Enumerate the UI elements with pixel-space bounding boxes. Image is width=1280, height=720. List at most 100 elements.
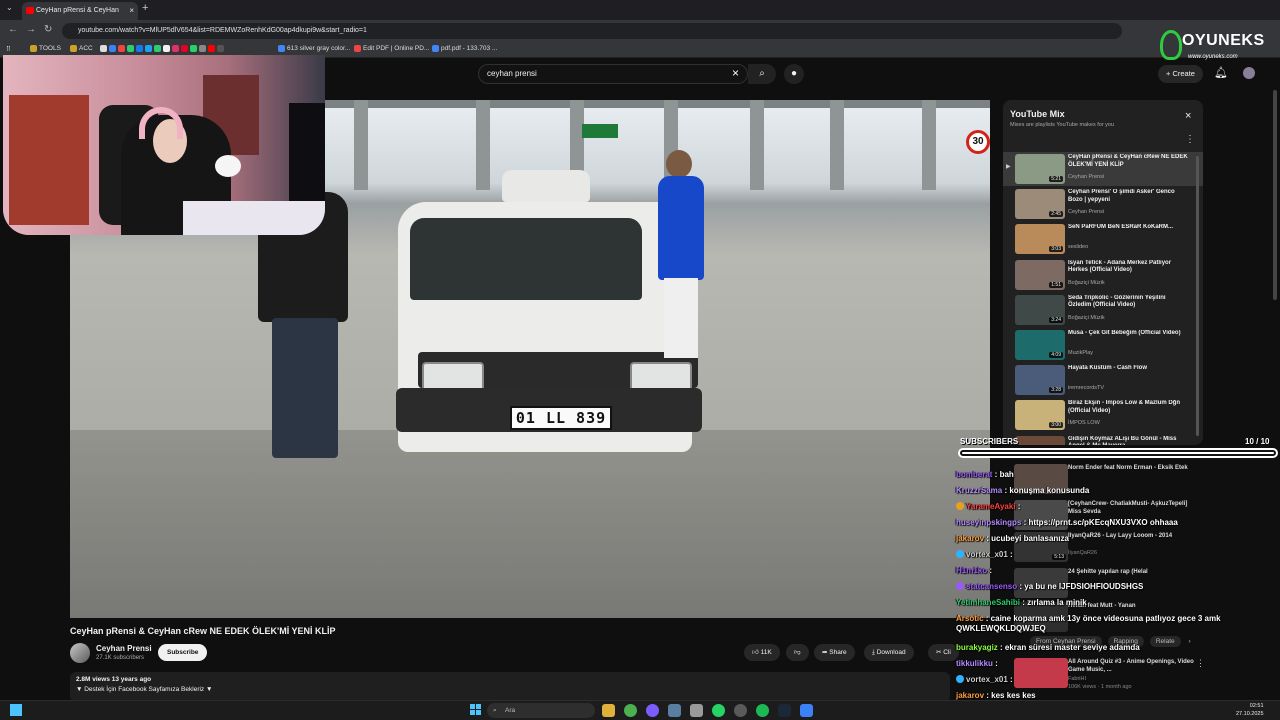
mix-item[interactable]: 3:03 SeN PaRFÜM BeN ESRaR KoKaRM... seslid… <box>1003 222 1203 256</box>
settings-icon[interactable] <box>690 704 703 717</box>
app-icon[interactable] <box>668 704 681 717</box>
file-explorer-icon[interactable] <box>602 704 615 717</box>
chat-username[interactable]: statcansenso <box>966 582 1017 591</box>
steam-icon[interactable] <box>778 704 791 717</box>
bookmark-pdf-file[interactable]: pdf.pdf - 133.703 ... <box>432 45 497 52</box>
subscribers-goal-fill <box>962 452 1274 454</box>
mix-item[interactable]: 2:45 Ceyhan Prensi' O şimdi Asker' Genco … <box>1003 187 1203 221</box>
subscribers-goal-label: SUBSCRIBERS <box>960 437 1019 446</box>
mix-item-thumbnail: 2:45 <box>1015 189 1065 220</box>
mix-item-duration: 4:09 <box>1049 352 1063 358</box>
chat-username[interactable]: vortex_x01 <box>966 675 1008 684</box>
clock-date: 27.10.2025 <box>1236 711 1264 717</box>
back-icon[interactable]: ← <box>8 24 18 35</box>
mix-item-channel: seslideo <box>1068 244 1089 251</box>
channel-avatar[interactable] <box>70 643 90 663</box>
chat-message: bomberat : bah <box>956 470 1014 479</box>
bookmark-silver-gray[interactable]: 613 silver gray color... <box>278 45 350 52</box>
channel-name[interactable]: Ceyhan Prensi <box>96 644 152 653</box>
chat-username[interactable]: vortex_x01 <box>966 550 1008 559</box>
mix-item[interactable]: 1:51 Isyan Tetick - Adana Merkez Patlıyor… <box>1003 258 1203 292</box>
chat-message: vortex_x01 : <box>956 550 1276 560</box>
chat-username[interactable]: huseyinpskingps <box>956 518 1021 527</box>
system-clock[interactable]: 02:51 27.10.2025 <box>1236 702 1264 718</box>
chat-username[interactable]: KruzzrSama <box>956 486 1002 495</box>
mix-item-channel: MuzikPlay <box>1068 350 1094 356</box>
obs-icon[interactable] <box>734 704 747 717</box>
chat-username[interactable]: YarameAyaki <box>966 502 1016 511</box>
thumbs-down-icon: 👎︎ <box>794 649 801 656</box>
search-button[interactable]: ⌕ <box>748 64 776 84</box>
mix-item[interactable]: 3:00 Biraz Ekşın - Impos Low & Mazlum Dğn… <box>1003 398 1203 432</box>
new-tab-icon[interactable]: + <box>142 2 148 14</box>
speed-limit-sign: 30 <box>966 130 990 154</box>
clear-search-icon[interactable]: × <box>732 66 739 80</box>
chat-message: Arsotic : caine koparma amk 13y önce vid… <box>956 614 1221 633</box>
mix-item-duration: 2:45 <box>1049 211 1063 218</box>
search-icon: ⌕ <box>759 68 765 79</box>
shelf <box>9 95 89 225</box>
mix-item[interactable]: 3:28 Hayata Küstüm - Cash Flow iremrecords… <box>1003 363 1203 397</box>
chat-message: burakyagiz : ekran süresi master seviye … <box>956 643 1140 652</box>
app-icon[interactable] <box>800 704 813 717</box>
more-options-icon[interactable]: ⋮ <box>1185 134 1195 145</box>
forward-icon[interactable]: → <box>26 24 36 35</box>
scissors-icon: ✂ <box>936 649 942 656</box>
chat-username[interactable]: YetimhaneSahibi <box>956 598 1020 607</box>
start-icon[interactable] <box>470 704 482 716</box>
voice-search-button[interactable]: ● <box>784 64 804 84</box>
chat-text: konuşma konusunda <box>1009 486 1090 495</box>
mix-item-channel: iremrecordsTV <box>1068 385 1105 392</box>
dislike-button[interactable]: 👎︎ <box>786 644 809 661</box>
taskbar-search[interactable]: ⌕ Ara <box>487 703 595 718</box>
download-button[interactable]: ⤓ Download <box>864 644 914 661</box>
mix-item-duration: 3:28 <box>1049 387 1063 394</box>
license-plate: 01 LL 839 <box>510 406 612 430</box>
apps-icon[interactable]: ⠿ <box>6 45 11 53</box>
chat-username[interactable]: bomberat <box>956 470 992 479</box>
close-tab-icon[interactable]: × <box>129 2 134 20</box>
mix-scrollbar[interactable] <box>1196 156 1199 436</box>
chat-username[interactable]: tikkulikku <box>956 659 993 668</box>
widgets-icon[interactable] <box>10 704 22 716</box>
search-input[interactable]: ceyhan prensi <box>478 64 748 84</box>
taskbar-search-placeholder: Ara <box>505 707 516 714</box>
reload-icon[interactable]: ↻ <box>44 24 52 35</box>
chat-message: KruzzrSama : konuşma konusunda <box>956 486 1090 495</box>
mix-item-thumbnail <box>1015 435 1065 445</box>
discord-icon[interactable] <box>646 704 659 717</box>
mix-item-thumbnail: 5:21 <box>1015 154 1065 184</box>
bookmark-folder-tools[interactable]: TOOLS <box>30 45 61 52</box>
chat-username[interactable]: Arsotic <box>956 614 984 623</box>
bookmark-icons-group[interactable] <box>100 45 226 52</box>
bookmark-folder-acc[interactable]: ACC <box>70 45 93 52</box>
microphone <box>215 155 241 177</box>
share-button[interactable]: ➦ Share <box>814 644 855 661</box>
mix-item-thumbnail: 1:51 <box>1015 259 1065 290</box>
whatsapp-icon[interactable] <box>712 704 725 717</box>
google-icon <box>278 45 285 52</box>
chat-username[interactable]: jakarov <box>956 534 984 543</box>
like-button[interactable]: 👍︎ 11K <box>744 644 780 661</box>
page-scrollbar[interactable] <box>1273 90 1277 300</box>
oyuneks-logo-icon <box>1160 30 1182 60</box>
mix-item[interactable]: ▶ 5:21 CeyHan pRensi & CeyHan cRew NE EDEK… <box>1003 152 1203 186</box>
browser-tab-active[interactable]: CeyHan pRensi & CeyHan × <box>22 2 138 20</box>
mix-item[interactable]: 4:09 Musa - Çek Git Bebeğim (Official Vid… <box>1003 328 1203 362</box>
subscribe-button[interactable]: Subscribe <box>158 644 208 661</box>
chat-username[interactable]: burakyagiz <box>956 643 998 652</box>
tab-search-icon[interactable]: ⌄ <box>6 3 13 12</box>
mix-item-title: Hayata Küstüm - Cash Flow <box>1068 365 1148 372</box>
address-text: youtube.com/watch?v=MlUP5dlV654&list=RDE… <box>78 27 367 34</box>
chrome-icon[interactable] <box>624 704 637 717</box>
mix-item-title: SeN PaRFÜM BeN ESRaR KoKaRM... <box>1068 224 1174 231</box>
chat-username[interactable]: jakarov <box>956 691 984 700</box>
mix-item[interactable]: Gidişin Koymaz ALışı Bu Gönül - Miss Ang… <box>1003 434 1203 445</box>
close-icon[interactable]: × <box>1185 110 1191 122</box>
mix-item[interactable]: 3:24 Seda Tripkolic - Gözlerinin Yeşilini… <box>1003 293 1203 327</box>
now-playing-icon: ▶ <box>1006 164 1011 170</box>
bookmark-edit-pdf[interactable]: Edit PDF | Online PD... <box>354 45 429 52</box>
address-bar[interactable]: youtube.com/watch?v=MlUP5dlV654&list=RDE… <box>62 23 1122 39</box>
spotify-icon[interactable] <box>756 704 769 717</box>
chat-username[interactable]: H1m1ko <box>956 566 987 575</box>
